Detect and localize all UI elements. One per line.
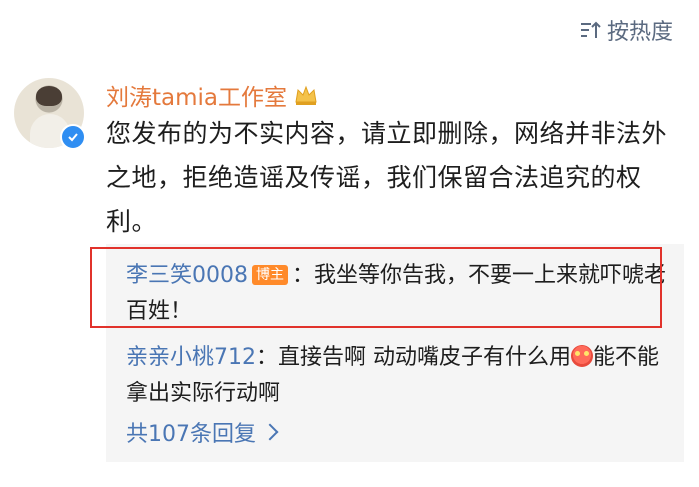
verified-icon [60, 124, 86, 150]
sort-icon [580, 21, 601, 38]
post-author[interactable]: 刘涛tamia工作室 [106, 78, 319, 112]
avatar-hair [36, 86, 62, 106]
more-replies-label: 共107条回复 [126, 422, 256, 447]
reply-item[interactable]: 亲亲小桃712：直接告啊 动动嘴皮子有什么用 能不能拿出实际行动啊 [126, 340, 666, 412]
reply-user[interactable]: 亲亲小桃712 [126, 345, 256, 370]
weibo-comment-screen: 按热度 刘涛tamia工作室 您发布的为不实内容，请立即删除，网络并非法外之地，… [0, 0, 699, 487]
reply-text: ：直接告啊 动动嘴皮子有什么用 [256, 345, 571, 370]
chevron-right-icon [261, 423, 279, 441]
sort-by-hotness-button[interactable]: 按热度 [579, 14, 673, 46]
post-text: 您发布的为不实内容，请立即删除，网络并非法外之地，拒绝造谣及传谣，我们保留合法追… [106, 119, 668, 236]
sort-label: 按热度 [606, 20, 673, 45]
highlight-box [90, 247, 662, 328]
more-replies-link[interactable]: 共107条回复 [126, 416, 279, 448]
angry-face-icon [571, 345, 593, 367]
author-name[interactable]: 刘涛tamia工作室 [106, 78, 287, 112]
crown-icon [295, 85, 317, 105]
